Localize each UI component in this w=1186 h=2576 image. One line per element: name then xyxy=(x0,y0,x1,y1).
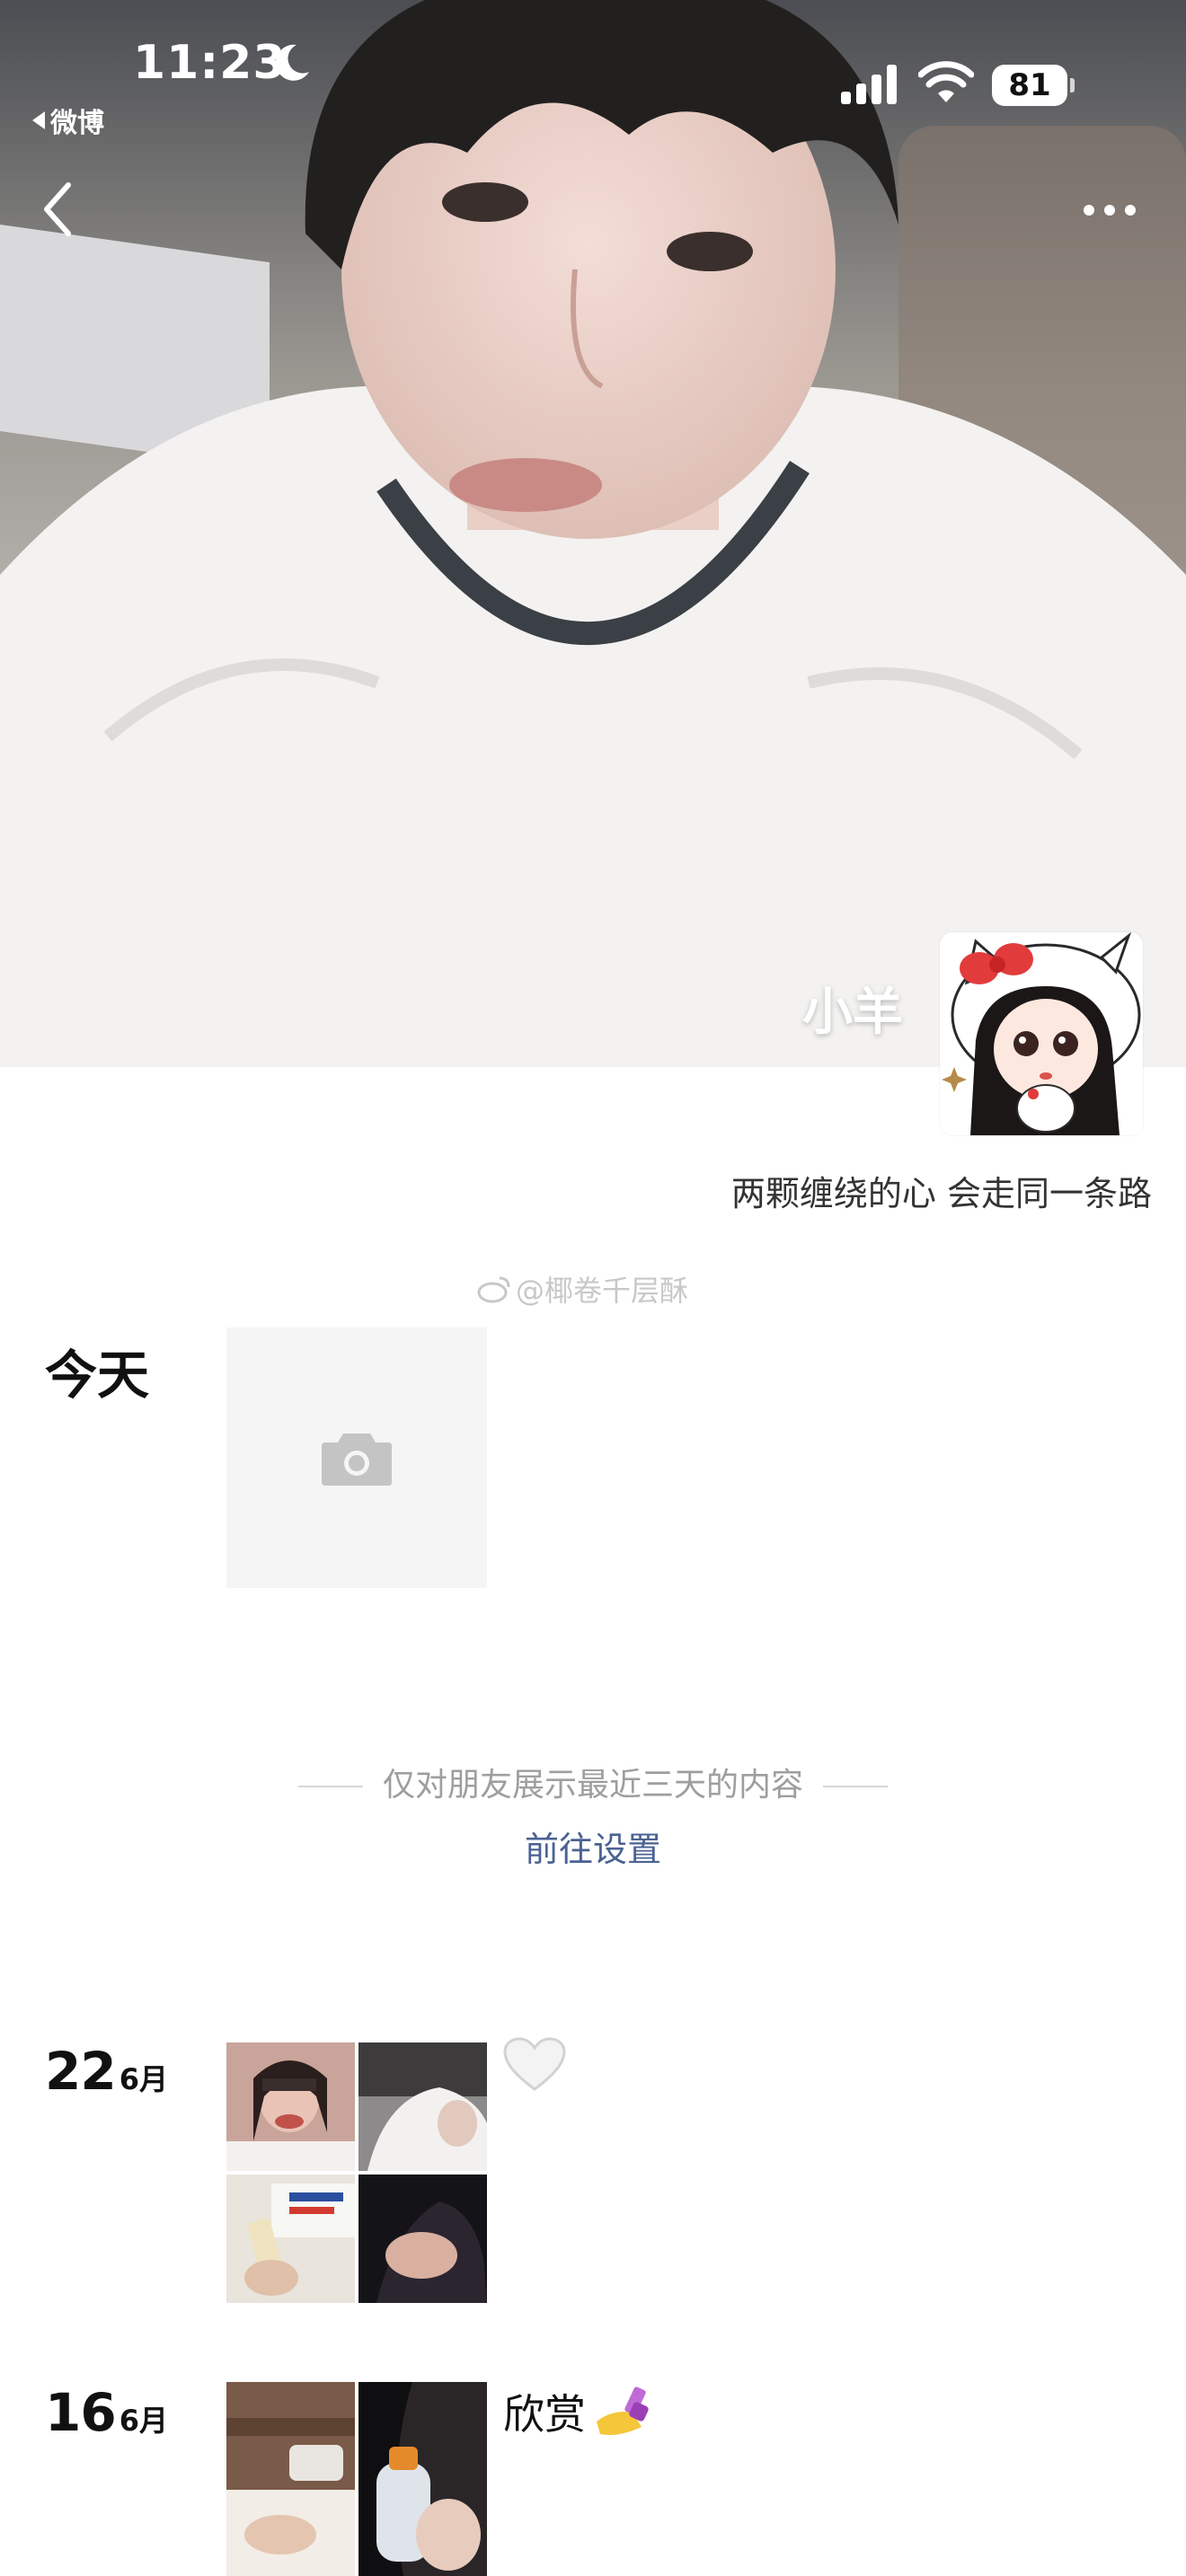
watermark: @椰卷千层酥 xyxy=(476,1268,688,1310)
privacy-notice-text: 仅对朋友展示最近三天的内容 xyxy=(382,1767,803,1804)
moment-date: 16 6月 xyxy=(45,2382,168,2443)
moment-day: 16 xyxy=(45,2382,117,2443)
battery-tip xyxy=(1070,78,1075,93)
white-heart-icon xyxy=(503,2037,566,2091)
moment-day: 22 xyxy=(45,2041,117,2102)
wifi-icon xyxy=(918,61,974,102)
post-new-moment-button[interactable] xyxy=(226,1328,487,1588)
moon-icon xyxy=(275,44,309,81)
go-to-settings-link[interactable]: 前往设置 xyxy=(0,1822,1186,1871)
back-to-app-button[interactable]: 微博 xyxy=(32,101,104,140)
moment-month: 6月 xyxy=(119,2062,168,2096)
back-triangle-icon xyxy=(32,111,45,129)
profile-signature: 两颗缠绕的心 会走同一条路 xyxy=(730,1174,1152,1213)
moment-text: 欣赏 xyxy=(503,2382,654,2441)
battery-indicator: 81 xyxy=(992,65,1075,106)
back-app-label: 微博 xyxy=(50,108,104,139)
status-time: 11:23 xyxy=(133,36,287,90)
moment-photo[interactable] xyxy=(358,2382,487,2576)
moment-month: 6月 xyxy=(119,2404,168,2438)
cover-photo-image xyxy=(0,0,1186,1067)
date-today: 今天 xyxy=(45,1345,150,1406)
profile-avatar[interactable] xyxy=(940,932,1143,1135)
battery-level: 81 xyxy=(992,65,1067,106)
moment-caption: 欣赏 xyxy=(503,2390,586,2439)
nail-polish-icon xyxy=(597,2386,649,2435)
moment-photo[interactable] xyxy=(358,2175,487,2303)
watermark-text: @椰卷千层酥 xyxy=(516,1274,689,1308)
moment-photo[interactable] xyxy=(226,2042,355,2171)
moment-photo-grid[interactable] xyxy=(226,2042,487,2303)
privacy-notice: 仅对朋友展示最近三天的内容 xyxy=(0,1759,1186,1805)
moment-photo[interactable] xyxy=(226,2382,355,2576)
moment-photo[interactable] xyxy=(358,2042,487,2171)
profile-nickname: 小羊 xyxy=(802,984,903,1042)
cover-photo[interactable]: 11:23 微博 81 小羊 xyxy=(0,0,1186,1067)
moment-photo[interactable] xyxy=(226,2175,355,2303)
moment-date: 22 6月 xyxy=(45,2041,168,2102)
moment-photo-grid[interactable] xyxy=(226,2382,487,2576)
camera-icon xyxy=(322,1434,392,1486)
weibo-logo-icon xyxy=(477,1276,510,1303)
avatar-illustration xyxy=(940,932,1143,1135)
more-options-icon[interactable] xyxy=(1078,194,1141,226)
notice-divider-left xyxy=(297,1786,363,1787)
notice-divider-right xyxy=(823,1786,888,1787)
back-chevron-icon[interactable] xyxy=(36,180,81,239)
cellular-signal-icon xyxy=(841,65,897,104)
